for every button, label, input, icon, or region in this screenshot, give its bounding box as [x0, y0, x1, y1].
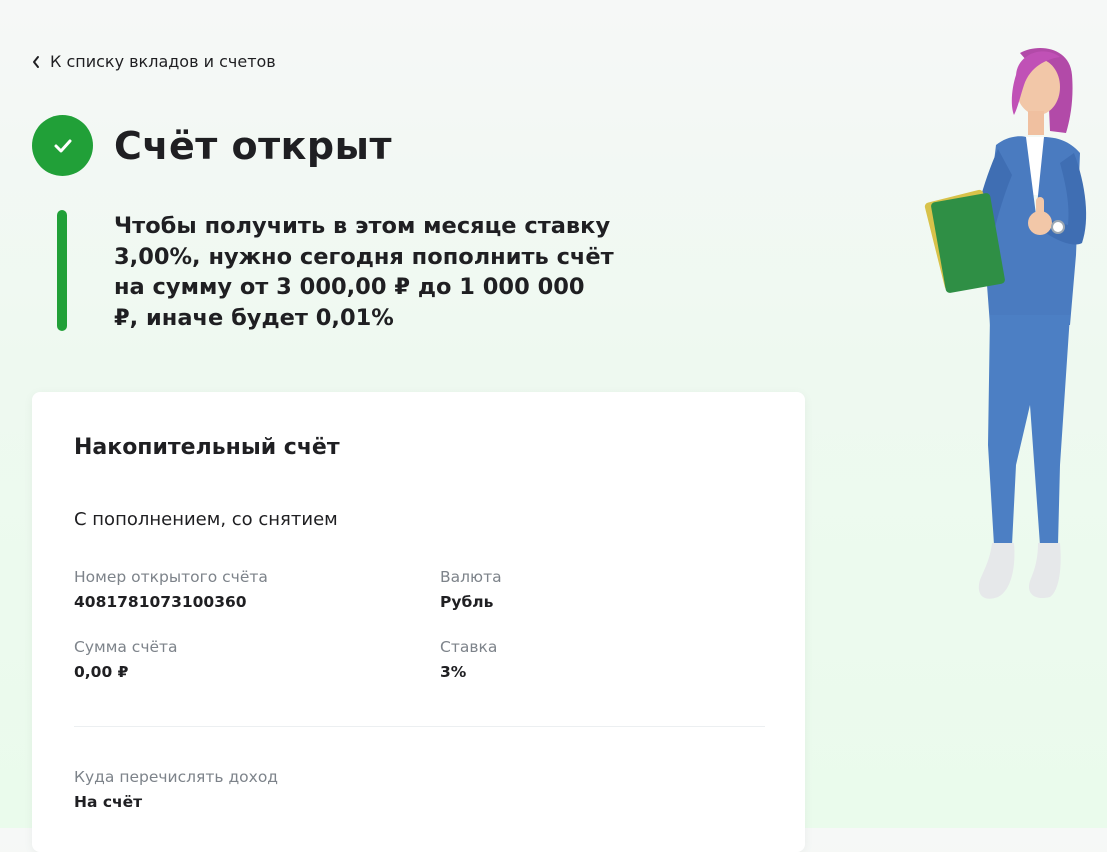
amount-value: 0,00 ₽ — [74, 663, 129, 681]
card-subtitle: С пополнением, со снятием — [74, 509, 338, 530]
amount-label: Сумма счёта — [74, 638, 178, 656]
rate-label: Ставка — [440, 638, 498, 656]
account-number-label: Номер открытого счёта — [74, 568, 268, 586]
income-destination-value: На счёт — [74, 793, 143, 811]
woman-illustration — [924, 48, 1087, 599]
rate-value: 3% — [440, 663, 467, 681]
currency-value: Рубль — [440, 593, 494, 611]
notice-accent-bar — [57, 210, 67, 331]
account-number-value: 4081781073100360 — [74, 593, 247, 611]
income-destination-field: Куда перечислять доход На счёт — [74, 767, 278, 812]
rate-field: Ставка 3% — [440, 637, 497, 682]
rate-notice: Чтобы получить в этом месяце ставку 3,00… — [57, 210, 614, 333]
notice-text: Чтобы получить в этом месяце ставку 3,00… — [114, 213, 614, 331]
income-destination-label: Куда перечислять доход — [74, 768, 279, 786]
checkmark-icon — [32, 115, 93, 176]
currency-field: Валюта Рубль — [440, 567, 502, 612]
account-number-field: Номер открытого счёта 4081781073100360 — [74, 567, 268, 612]
card-divider — [74, 726, 765, 727]
status-header: Счёт открыт — [32, 115, 392, 176]
chevron-left-icon — [33, 55, 39, 68]
back-link[interactable]: К списку вкладов и счетов — [31, 52, 276, 71]
currency-label: Валюта — [440, 568, 502, 586]
back-link-label: К списку вкладов и счетов — [50, 52, 276, 71]
card-title: Накопительный счёт — [74, 435, 340, 460]
amount-field: Сумма счёта 0,00 ₽ — [74, 637, 178, 682]
page-title: Счёт открыт — [114, 123, 393, 168]
account-card: Накопительный счёт С пополнением, со сня… — [32, 392, 805, 852]
